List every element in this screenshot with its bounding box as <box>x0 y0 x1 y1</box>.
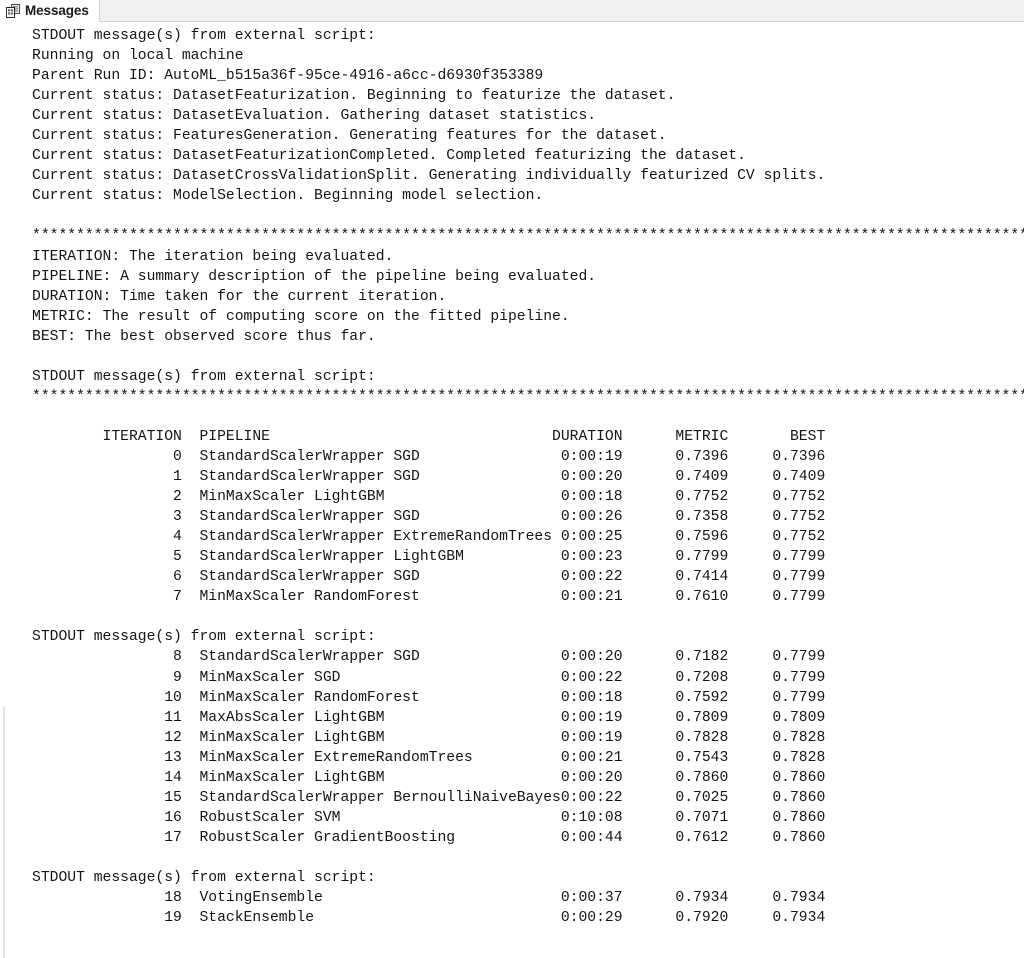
left-divider-rule <box>3 707 5 958</box>
tab-messages-label: Messages <box>25 3 89 18</box>
console-output-text: STDOUT message(s) from external script: … <box>32 28 1024 927</box>
messages-grid-icon <box>6 3 20 18</box>
tab-strip: Messages <box>0 0 1024 22</box>
messages-console-panel[interactable]: STDOUT message(s) from external script: … <box>0 22 1024 958</box>
tab-messages[interactable]: Messages <box>0 0 100 22</box>
